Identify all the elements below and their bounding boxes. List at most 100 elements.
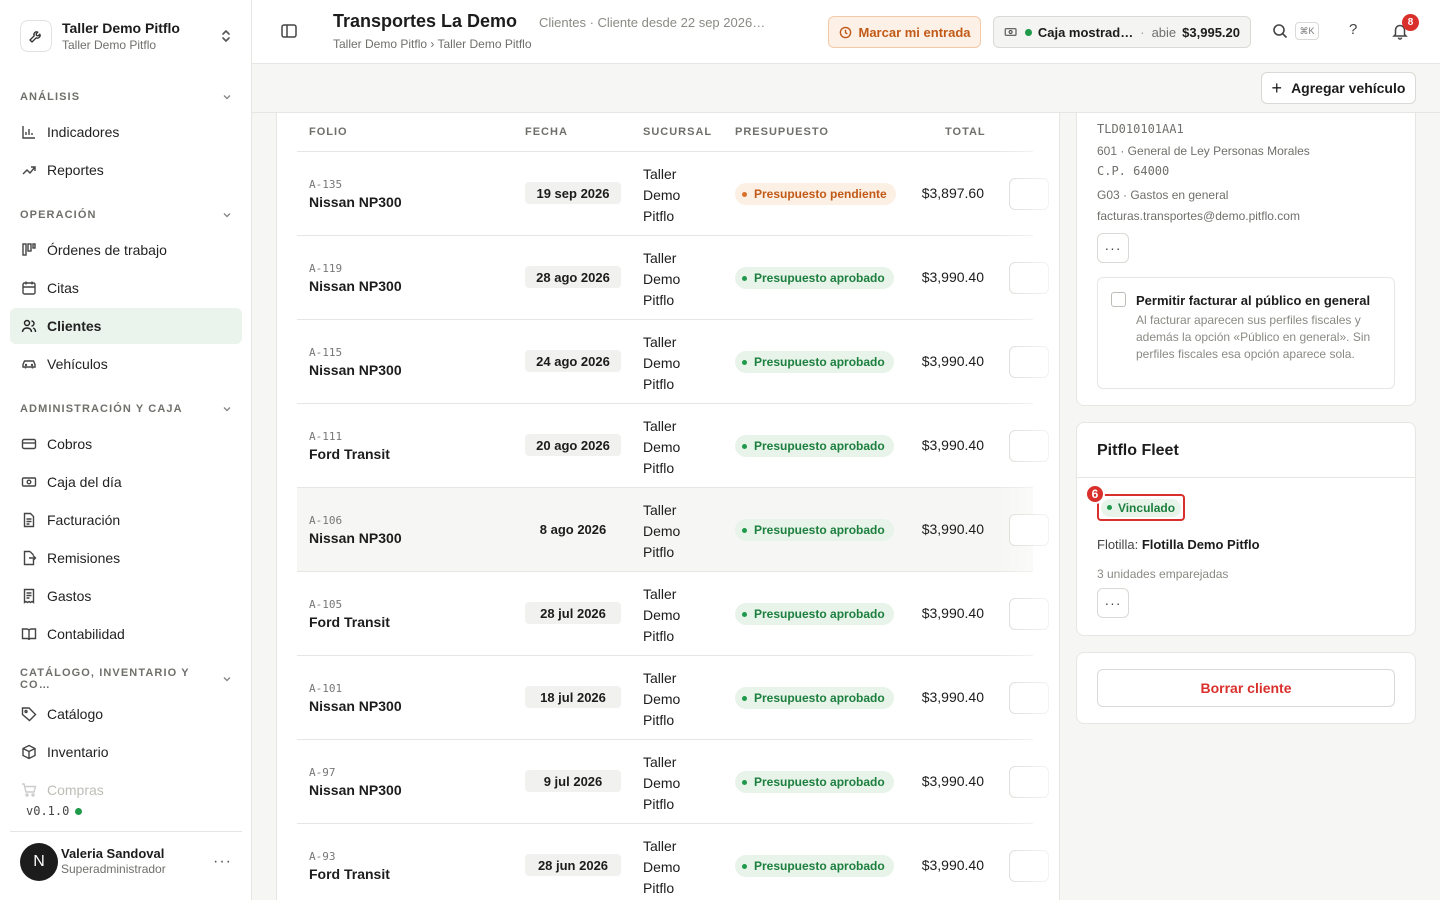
column-presupuesto[interactable]: PRESUPUESTO	[735, 126, 829, 138]
trend-up-icon	[20, 161, 38, 179]
clock-in-button[interactable]: Marcar mi entrada	[828, 16, 981, 48]
sidebar-item-vehiculos[interactable]: Vehículos	[10, 346, 242, 382]
sidebar-item-contabilidad[interactable]: Contabilidad	[10, 616, 242, 652]
notification-badge: 8	[1402, 14, 1419, 31]
status-dot	[1106, 505, 1112, 510]
order-date: 28 ago 2026	[525, 266, 621, 288]
table-row[interactable]: A-106 Nissan NP300 8 ago 2026 Taller Demo P…	[297, 488, 1049, 572]
vehicle-name: Nissan NP300	[309, 698, 402, 714]
sidebar-item-clientes[interactable]: Clientes	[10, 308, 242, 344]
public-invoice-checkbox[interactable]	[1111, 292, 1126, 307]
file-export-icon	[20, 549, 38, 567]
calendar-icon	[20, 279, 38, 297]
sidebar-item-label: Gastos	[47, 588, 92, 604]
sidebar-item-remisiones[interactable]: Remisiones	[10, 540, 242, 576]
order-date: 28 jun 2026	[525, 854, 621, 876]
sidebar-item-ordenes[interactable]: Órdenes de trabajo	[10, 232, 242, 268]
public-invoice-title: Permitir facturar al público en general	[1136, 293, 1371, 308]
tax-regime: 601 · General de Ley Personas Morales	[1097, 144, 1310, 158]
branch-name: Taller Demo Pitflo	[643, 166, 681, 224]
table-row[interactable]: A-135 Nissan NP300 19 sep 2026 Taller Demo …	[297, 152, 1049, 236]
budget-status-badge: Presupuesto aprobado	[735, 855, 894, 877]
order-total: $3,990.40	[921, 689, 984, 705]
cash-register-amount: $3,995.20	[1182, 24, 1240, 40]
help-icon[interactable]: ?	[1349, 21, 1357, 38]
top-header: Transportes La Demo Clientes · Cliente d…	[252, 0, 1440, 64]
section-label: Administración y caja	[20, 403, 183, 415]
rfc: TLD010101AA1	[1097, 122, 1184, 136]
sidebar-item-catalogo[interactable]: Catálogo	[10, 696, 242, 732]
vehicle-name: Nissan NP300	[309, 278, 402, 294]
table-row[interactable]: A-93 Ford Transit 28 jun 2026 Taller Demo P…	[297, 824, 1049, 900]
column-folio[interactable]: FOLIO	[309, 126, 348, 138]
org-subtitle: Taller Demo Pitflo	[62, 37, 157, 52]
search-icon[interactable]	[1272, 23, 1288, 39]
row-action-button[interactable]	[1009, 514, 1049, 546]
vehicle-name: Nissan NP300	[309, 530, 402, 546]
order-date: 19 sep 2026	[525, 182, 621, 204]
row-action-button[interactable]	[1009, 262, 1049, 294]
vehicle-name: Ford Transit	[309, 446, 390, 462]
row-action-button[interactable]	[1009, 430, 1049, 462]
column-fecha[interactable]: FECHA	[525, 126, 568, 138]
more-icon[interactable]: ···	[213, 853, 232, 871]
status-dot	[742, 611, 747, 617]
chevron-down-icon	[223, 407, 231, 412]
table-row[interactable]: A-105 Ford Transit 28 jul 2026 Taller Demo …	[297, 572, 1049, 656]
plus-icon: +	[1271, 77, 1283, 98]
sidebar-toggle-icon[interactable]	[280, 22, 298, 40]
order-date: 9 jul 2026	[525, 770, 621, 792]
sidebar-item-facturacion[interactable]: Facturación	[10, 502, 242, 538]
status-dot	[742, 779, 747, 785]
order-total: $3,990.40	[921, 521, 984, 537]
fiscal-more-button[interactable]: ···	[1097, 233, 1129, 263]
user-menu[interactable]: N Valeria Sandoval Superadministrador ··…	[10, 831, 242, 891]
sidebar-item-cobros[interactable]: Cobros	[10, 426, 242, 462]
order-total: $3,897.60	[921, 185, 984, 201]
row-action-button[interactable]	[1009, 598, 1049, 630]
folio: A-106	[309, 514, 343, 527]
row-action-button[interactable]	[1009, 346, 1049, 378]
table-row[interactable]: A-119 Nissan NP300 28 ago 2026 Taller Demo …	[297, 236, 1049, 320]
column-sucursal[interactable]: SUCURSAL	[643, 126, 712, 138]
sidebar-item-compras[interactable]: Compras	[10, 772, 242, 800]
table-row[interactable]: A-97 Nissan NP300 9 jul 2026 Taller Demo Pi…	[297, 740, 1049, 824]
table-row[interactable]: A-111 Ford Transit 20 ago 2026 Taller Demo …	[297, 404, 1049, 488]
fleet-more-button[interactable]: ···	[1097, 588, 1129, 618]
section-operacion[interactable]: Operación	[10, 198, 242, 232]
section-admin[interactable]: Administración y caja	[10, 392, 242, 426]
column-total[interactable]: TOTAL	[945, 126, 986, 138]
clock-icon	[839, 26, 851, 38]
budget-status-badge: Presupuesto aprobado	[735, 603, 894, 625]
table-header: FOLIO FECHA SUCURSAL PRESUPUESTO TOTAL	[297, 113, 1033, 152]
row-action-button[interactable]	[1009, 178, 1049, 210]
row-action-button[interactable]	[1009, 850, 1049, 882]
sidebar-item-reportes[interactable]: Reportes	[10, 152, 242, 188]
breadcrumb[interactable]: Taller Demo Pitflo › Taller Demo Pitflo	[333, 37, 532, 51]
sidebar-item-citas[interactable]: Citas	[10, 270, 242, 306]
fleet-status-badge[interactable]: Vinculado	[1097, 494, 1185, 521]
add-vehicle-button[interactable]: + Agregar vehículo	[1261, 72, 1416, 104]
sidebar-item-indicadores[interactable]: Indicadores	[10, 114, 242, 150]
folio: A-105	[309, 598, 343, 611]
table-row[interactable]: A-115 Nissan NP300 24 ago 2026 Taller Demo …	[297, 320, 1049, 404]
row-action-button[interactable]	[1009, 682, 1049, 714]
row-action-button[interactable]	[1009, 766, 1049, 798]
org-switcher[interactable]: Taller Demo Pitflo Taller Demo Pitflo	[10, 10, 242, 62]
table-row[interactable]: A-101 Nissan NP300 18 jul 2026 Taller Demo …	[297, 656, 1049, 740]
budget-status-badge: Presupuesto aprobado	[735, 771, 894, 793]
sidebar-item-gastos[interactable]: Gastos	[10, 578, 242, 614]
delete-client-button[interactable]: Borrar cliente	[1097, 669, 1395, 707]
fiscal-profile-card: TLD010101AA1 601 · General de Ley Person…	[1076, 113, 1416, 406]
budget-status-badge: Presupuesto aprobado	[735, 687, 894, 709]
status-dot	[742, 527, 747, 533]
section-analisis[interactable]: Análisis	[10, 80, 242, 114]
status-dot	[742, 695, 747, 701]
sidebar-item-inventario[interactable]: Inventario	[10, 734, 242, 770]
section-catalogo[interactable]: Catálogo, inventario y co…	[10, 662, 242, 696]
status-dot	[742, 191, 747, 197]
cash-register-selector[interactable]: Caja mostrad… · abie $3,995.20	[993, 16, 1251, 48]
book-open-icon	[20, 625, 38, 643]
order-date: 8 ago 2026	[539, 521, 607, 537]
sidebar-item-caja[interactable]: Caja del día	[10, 464, 242, 500]
